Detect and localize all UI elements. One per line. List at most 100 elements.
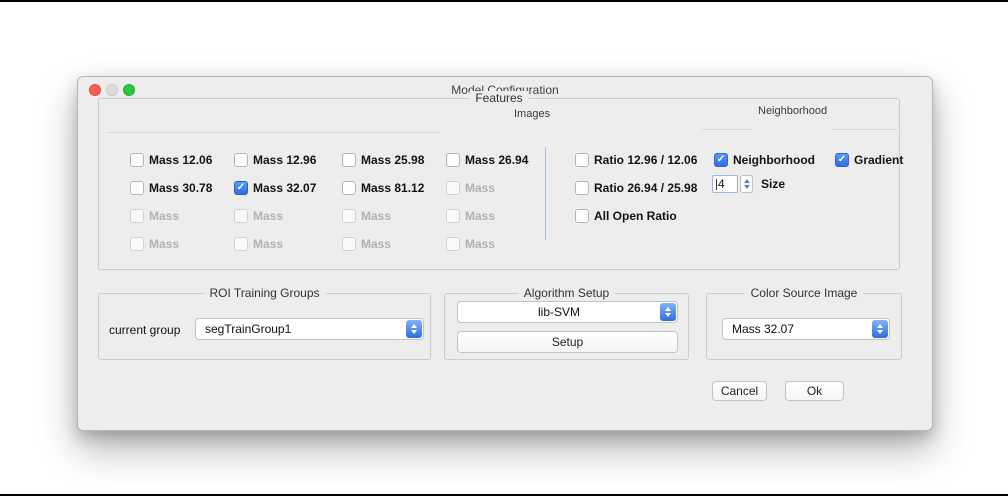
algorithm-setup-group: Algorithm Setup lib-SVM Setup (444, 286, 689, 360)
size-stepper[interactable] (740, 175, 753, 193)
checkbox-icon (342, 237, 356, 251)
mass-checkbox[interactable]: Mass 26.94 (446, 153, 566, 167)
checkbox-icon (342, 153, 356, 167)
checkbox-label: Mass 30.78 (149, 181, 213, 195)
ratio-checkbox-list: Ratio 12.96 / 12.06 Ratio 26.94 / 25.98 … (575, 146, 697, 230)
checkbox-icon (234, 153, 248, 167)
checkbox-label: Mass 32.07 (253, 181, 317, 195)
color-source-image-group: Color Source Image Mass 32.07 (706, 286, 902, 360)
algorithm-value: lib-SVM (537, 305, 580, 319)
algorithm-group-title: Algorithm Setup (517, 286, 616, 300)
chevron-up-icon (665, 307, 671, 311)
mass-checkbox[interactable]: Mass (234, 237, 342, 251)
chevron-up-icon (877, 324, 883, 328)
size-label: Size (761, 177, 786, 191)
cancel-button[interactable]: Cancel (712, 381, 767, 401)
checkbox-label: Mass 26.94 (465, 153, 529, 167)
images-section-label: Images (514, 108, 551, 120)
checkbox-icon (446, 209, 460, 223)
chevron-down-icon (877, 330, 883, 334)
mass-checkbox[interactable]: Mass (446, 209, 566, 223)
mass-checkbox[interactable]: Mass (342, 209, 446, 223)
checkbox-icon (835, 153, 849, 167)
mass-checkbox[interactable]: Mass (446, 181, 566, 195)
checkbox-icon (446, 237, 460, 251)
checkbox-label: Mass 12.96 (253, 153, 317, 167)
checkbox-label: Mass (253, 237, 284, 251)
checkbox-icon (234, 181, 248, 195)
ratio-checkbox[interactable]: Ratio 26.94 / 25.98 (575, 181, 697, 195)
top-border-line (0, 0, 1008, 2)
mass-checkbox[interactable]: Mass 30.78 (130, 181, 234, 195)
checkbox-label: Mass (361, 209, 392, 223)
mass-checkbox[interactable]: Mass 12.06 (130, 153, 234, 167)
checkbox-label: Mass (253, 209, 284, 223)
mass-checkbox[interactable]: Mass 32.07 (234, 181, 342, 195)
current-group-label: current group (109, 323, 181, 337)
ok-button[interactable]: Ok (785, 381, 844, 401)
checkbox-icon (130, 209, 144, 223)
checkbox-label: Mass (149, 237, 180, 251)
mass-checkbox[interactable]: Mass (342, 237, 446, 251)
checkbox-label: Mass (465, 181, 496, 195)
mass-checkbox[interactable]: Mass 25.98 (342, 153, 446, 167)
current-group-select[interactable]: segTrainGroup1 (195, 318, 424, 340)
checkbox-icon (234, 209, 248, 223)
mass-checkbox[interactable]: Mass (234, 209, 342, 223)
mass-checkbox-grid: Mass 12.06 Mass 12.96 Mass 25.98 Mass 26… (130, 146, 566, 258)
popup-stepper-icon (660, 303, 676, 321)
checkbox-label: Mass 12.06 (149, 153, 213, 167)
neighborhood-separator-line (832, 129, 897, 130)
checkbox-icon (130, 181, 144, 195)
checkbox-label: Mass 81.12 (361, 181, 425, 195)
checkbox-label: Mass 25.98 (361, 153, 425, 167)
color-source-group-title: Color Source Image (744, 286, 864, 300)
neighborhood-section-label: Neighborhood (758, 105, 828, 117)
checkbox-label: Mass (361, 237, 392, 251)
checkbox-icon (234, 237, 248, 251)
color-source-select[interactable]: Mass 32.07 (722, 318, 890, 340)
checkbox-icon (446, 153, 460, 167)
checkbox-icon (130, 153, 144, 167)
mass-checkbox[interactable]: Mass (130, 237, 234, 251)
ratio-checkbox[interactable]: All Open Ratio (575, 209, 697, 223)
popup-stepper-icon (406, 320, 422, 338)
neighborhood-checkbox[interactable]: Neighborhood (714, 146, 815, 174)
color-source-value: Mass 32.07 (732, 322, 795, 336)
checkbox-icon (342, 181, 356, 195)
checkbox-label: All Open Ratio (594, 209, 677, 223)
checkbox-label: Gradient (854, 153, 904, 167)
ratio-checkbox[interactable]: Ratio 12.96 / 12.06 (575, 153, 697, 167)
checkbox-label: Mass (465, 237, 496, 251)
mass-checkbox[interactable]: Mass (130, 209, 234, 223)
current-group-value: segTrainGroup1 (205, 322, 292, 336)
model-configuration-window: Model Configuration Features Images Neig… (77, 76, 933, 431)
mass-checkbox[interactable]: Mass (446, 237, 566, 251)
setup-button[interactable]: Setup (457, 331, 678, 353)
algorithm-select[interactable]: lib-SVM (457, 301, 678, 323)
bottom-border-line (0, 494, 1008, 496)
checkbox-label: Ratio 26.94 / 25.98 (594, 181, 698, 195)
gradient-checkbox[interactable]: Gradient (835, 146, 903, 174)
checkbox-label: Mass (465, 209, 496, 223)
checkbox-label: Mass (149, 209, 180, 223)
chevron-down-icon (665, 313, 671, 317)
mass-checkbox[interactable]: Mass 81.12 (342, 181, 446, 195)
mass-checkbox[interactable]: Mass 12.96 (234, 153, 342, 167)
checkbox-icon (130, 237, 144, 251)
size-input[interactable]: 4 (712, 175, 738, 193)
checkbox-icon (342, 209, 356, 223)
size-value: 4 (718, 177, 725, 191)
roi-training-groups-group: ROI Training Groups current group segTra… (98, 286, 431, 360)
checkbox-label: Ratio 12.96 / 12.06 (594, 153, 698, 167)
checkbox-icon (446, 181, 460, 195)
chevron-up-icon (411, 324, 417, 328)
features-group-title: Features (469, 91, 529, 105)
neighborhood-separator-line (702, 129, 752, 130)
checkbox-icon (575, 153, 589, 167)
checkbox-icon (575, 181, 589, 195)
popup-stepper-icon (872, 320, 888, 338)
page: Model Configuration Features Images Neig… (0, 0, 1008, 498)
checkbox-label: Neighborhood (733, 153, 815, 167)
chevron-down-icon (411, 330, 417, 334)
